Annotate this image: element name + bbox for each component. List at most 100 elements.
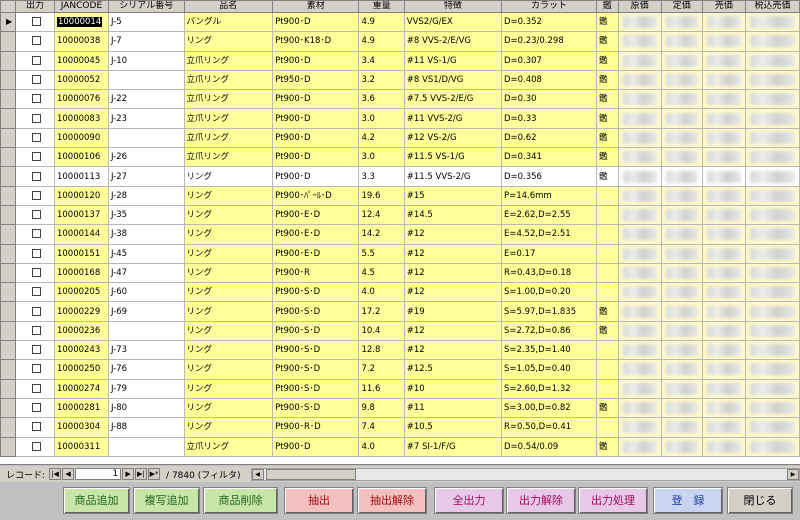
cell-kan[interactable] — [595, 340, 619, 361]
output-checkbox[interactable] — [31, 190, 41, 200]
cell-weight[interactable]: 7.2 — [358, 359, 405, 380]
blurred-list-price-cell[interactable] — [660, 436, 703, 457]
blurred-list-price-cell[interactable] — [660, 262, 703, 284]
new-record-icon[interactable]: ▶* — [148, 468, 161, 480]
blurred-list-price-cell[interactable] — [660, 127, 703, 149]
blurred-tax-price-cell[interactable] — [744, 282, 800, 303]
row-selector[interactable] — [0, 378, 17, 399]
cell-serial[interactable]: J-38 — [107, 224, 185, 245]
blurred-sale-price-cell[interactable] — [701, 69, 746, 91]
cell-weight[interactable]: 3.4 — [358, 50, 405, 71]
blurred-cost-cell[interactable] — [617, 243, 662, 264]
blurred-sale-price-cell[interactable] — [701, 166, 746, 187]
blurred-list-price-cell[interactable] — [660, 340, 703, 361]
column-header[interactable]: 原価 — [617, 0, 662, 13]
all-output-button[interactable]: 全出力 — [434, 487, 504, 514]
record-number-input[interactable]: 1 — [75, 468, 122, 480]
cell-feature[interactable]: #12 — [403, 262, 502, 284]
table-row[interactable]: 10000137 J-35 リング Pt900･E･D 12.4 #14.5 E=2.62,… — [0, 204, 800, 226]
table-row[interactable]: 10000205 J-60 リング Pt900･S･D 4.0 #12 S=1.00,D=0… — [0, 282, 800, 303]
cell-feature[interactable]: #11.5 VVS-2/G — [403, 166, 502, 187]
cell-name[interactable]: リング — [183, 359, 274, 380]
column-header[interactable]: 鑑 — [595, 0, 619, 13]
cell-weight[interactable]: 19.6 — [358, 185, 405, 206]
cell-material[interactable]: Pt900･E･D — [272, 224, 360, 245]
cell-feature[interactable]: #15 — [403, 185, 502, 206]
cell-serial[interactable]: J-80 — [107, 397, 185, 419]
blurred-cost-cell[interactable] — [617, 147, 662, 168]
delete-product-button[interactable]: 商品削除 — [203, 487, 278, 514]
cell-material[interactable]: Pt900･D — [272, 11, 360, 33]
cell-name[interactable]: リング — [183, 378, 274, 399]
blurred-cost-cell[interactable] — [617, 89, 662, 110]
cell-kan[interactable] — [595, 282, 619, 303]
row-selector[interactable] — [0, 147, 17, 168]
cell-feature[interactable]: #10 — [403, 378, 502, 399]
cell-feature[interactable]: #7.5 VVS-2/E/G — [403, 89, 502, 110]
cell-name[interactable]: リング — [183, 282, 274, 303]
blurred-tax-price-cell[interactable] — [744, 185, 800, 206]
blurred-tax-price-cell[interactable] — [744, 340, 800, 361]
blurred-sale-price-cell[interactable] — [701, 11, 746, 33]
scroll-thumb[interactable] — [265, 468, 356, 480]
current-record-icon[interactable]: ▶ — [0, 11, 17, 33]
row-selector[interactable] — [0, 282, 17, 303]
cell-material[interactable]: Pt900･R･D — [272, 417, 360, 438]
first-record-icon[interactable]: |◀ — [49, 468, 62, 480]
cell-material[interactable]: Pt900･S･D — [272, 320, 360, 342]
cell-name[interactable]: リング — [183, 185, 274, 206]
cell-weight[interactable]: 5.5 — [358, 243, 405, 264]
cell-name[interactable]: 立爪リング — [183, 147, 274, 168]
blurred-cost-cell[interactable] — [617, 69, 662, 91]
output-checkbox[interactable] — [31, 403, 41, 413]
table-row[interactable]: ▶ 10000014 J-5 バングル Pt900･D 4.9 VVS2/G/EX D=0.3… — [0, 11, 800, 33]
output-checkbox[interactable] — [31, 268, 41, 277]
table-row[interactable]: 10000120 J-28 リング Pt900･ﾊﾟｰﾙ･D 19.6 #15 P=14.6… — [0, 185, 800, 206]
column-header[interactable]: 売価 — [701, 0, 746, 13]
close-button[interactable]: 閉じる — [727, 487, 793, 514]
cell-carat[interactable]: D=0.408 — [500, 69, 597, 91]
cell-kan[interactable] — [595, 243, 619, 264]
cell-jan[interactable]: 10000236 — [53, 320, 109, 342]
cell-material[interactable]: Pt900･K18･D — [272, 31, 360, 52]
cell-carat[interactable]: D=0.54/0.09 — [500, 436, 597, 457]
column-header[interactable]: シリアル番号 — [107, 0, 185, 13]
cell-serial[interactable]: J-76 — [107, 359, 185, 380]
cell-name[interactable]: 立爪リング — [183, 127, 274, 149]
output-checkbox[interactable] — [31, 132, 41, 142]
cell-jan[interactable]: 10000205 — [53, 282, 109, 303]
blurred-cost-cell[interactable] — [617, 31, 662, 52]
cell-kan[interactable]: 鑑 — [595, 320, 619, 342]
blurred-sale-price-cell[interactable] — [701, 204, 746, 226]
cell-kan[interactable]: 鑑 — [595, 397, 619, 419]
cell-material[interactable]: Pt900･D — [272, 147, 360, 168]
output-checkbox[interactable] — [31, 113, 41, 123]
cell-jan[interactable]: 10000229 — [53, 301, 109, 322]
cell-serial[interactable]: J-69 — [107, 301, 185, 322]
cell-kan[interactable] — [595, 359, 619, 380]
cell-name[interactable]: 立爪リング — [183, 436, 274, 457]
cell-jan[interactable]: 10000106 — [53, 147, 109, 168]
cell-weight[interactable]: 3.0 — [358, 147, 405, 168]
column-header[interactable]: 重量 — [358, 0, 405, 13]
table-row[interactable]: 10000236 リング Pt900･S･D 10.4 #12 S=2.72,D=0.86… — [0, 320, 800, 342]
cell-name[interactable]: リング — [183, 204, 274, 226]
table-row[interactable]: 10000243 J-73 リング Pt900･S･D 12.8 #12 S=2.35,D=… — [0, 340, 800, 361]
cell-name[interactable]: リング — [183, 243, 274, 264]
cell-feature[interactable]: #11 — [403, 397, 502, 419]
cell-carat[interactable]: S=2.35,D=1.40 — [500, 340, 597, 361]
output-clear-button[interactable]: 出力解除 — [506, 487, 576, 514]
row-selector[interactable] — [0, 89, 17, 110]
blurred-sale-price-cell[interactable] — [701, 301, 746, 322]
cell-jan[interactable]: 10000045 — [53, 50, 109, 71]
cell-carat[interactable]: D=0.23/0.298 — [500, 31, 597, 52]
blurred-sale-price-cell[interactable] — [701, 436, 746, 457]
cell-jan[interactable]: 10000083 — [53, 108, 109, 129]
blurred-list-price-cell[interactable] — [660, 166, 703, 187]
cell-name[interactable]: リング — [183, 397, 274, 419]
column-header[interactable]: カラット — [500, 0, 597, 13]
cell-carat[interactable]: S=5.97,D=1.835 — [500, 301, 597, 322]
cell-jan[interactable]: 10000304 — [53, 417, 109, 438]
output-checkbox[interactable] — [31, 75, 41, 85]
cell-material[interactable]: Pt900･S･D — [272, 378, 360, 399]
